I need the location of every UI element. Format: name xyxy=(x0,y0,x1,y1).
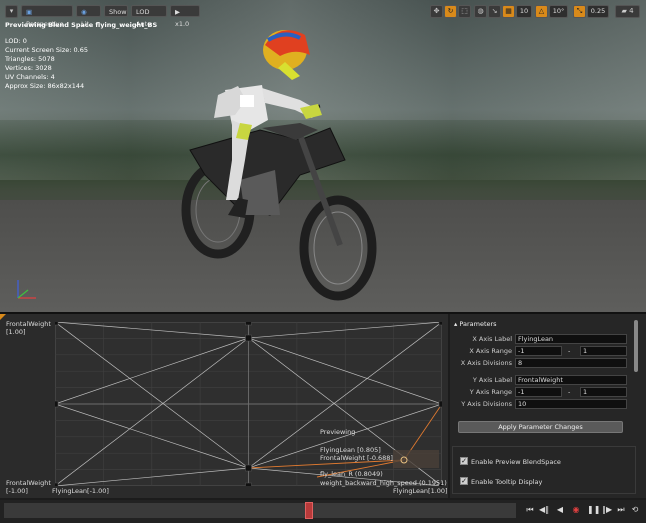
timeline-scrubber[interactable] xyxy=(305,502,313,519)
motorbike-rider-model xyxy=(181,30,377,301)
rotate-tool-icon[interactable]: ↻ xyxy=(444,5,457,18)
tooltip-title: Previewing xyxy=(320,428,356,436)
step-back-icon[interactable]: ◀‖ xyxy=(539,505,549,515)
tooltip-sample-1: fly_lean_R (0.8049) xyxy=(320,470,383,478)
parameters-header[interactable]: ▴ Parameters xyxy=(454,320,497,328)
x-axis-divisions-caption: X Axis Divisions xyxy=(460,359,512,367)
tooltip-sample-2: weight_backward_high_speed (0.1951) xyxy=(320,479,447,487)
lit-icon: ◉ xyxy=(81,8,87,16)
y-axis-max-value: [1.00] xyxy=(6,328,26,336)
x-axis-label-input[interactable]: FlyingLean xyxy=(515,334,627,344)
play-speed-button[interactable]: ▶ x1.0 xyxy=(170,5,200,28)
scale-snap-value[interactable]: 0.25 xyxy=(587,5,609,18)
stat-vertices: Vertices: 3028 xyxy=(5,64,52,72)
camera-speed-icon[interactable]: ▰ 4 xyxy=(615,5,640,18)
x-range-dash: - xyxy=(568,347,571,355)
y-axis-min-label: FrontalWeight xyxy=(6,479,51,487)
y-axis-divisions-caption: Y Axis Divisions xyxy=(461,400,512,408)
x-axis-max-label: FlyingLean[1.00] xyxy=(393,487,448,495)
camera-speed-value: 4 xyxy=(629,7,634,15)
play-reverse-icon[interactable]: ◀ xyxy=(555,505,565,515)
y-axis-min-value: [-1.00] xyxy=(6,487,28,495)
y-axis-divisions-input[interactable]: 10 xyxy=(515,399,627,409)
x-axis-min-label: FlyingLean[-1.00] xyxy=(52,487,109,495)
y-axis-label-caption: Y Axis Label xyxy=(472,376,512,384)
step-forward-icon[interactable]: ‖▶ xyxy=(602,505,612,515)
speed-icon: ▶ xyxy=(175,8,180,16)
y-axis-range-caption: Y Axis Range xyxy=(469,388,512,396)
perspective-icon: ▣ xyxy=(26,8,33,16)
stat-approx-size: Approx Size: 86x82x144 xyxy=(5,82,85,90)
show-button[interactable]: Show xyxy=(104,5,128,17)
speed-label: x1.0 xyxy=(175,20,190,28)
lit-button[interactable]: ◉ Lit xyxy=(76,5,101,28)
perspective-button[interactable]: ▣ Perspective xyxy=(21,5,73,28)
x-axis-label-caption: X Axis Label xyxy=(472,335,512,343)
options-box xyxy=(452,446,636,494)
stat-uv-channels: UV Channels: 4 xyxy=(5,73,55,81)
rotation-snap-icon[interactable]: △ xyxy=(535,5,548,18)
x-axis-divisions-input[interactable]: 8 xyxy=(515,358,627,368)
y-range-dash: - xyxy=(568,388,571,396)
surface-snap-icon[interactable]: ↘ xyxy=(488,5,501,18)
enable-preview-label: Enable Preview BlendSpace xyxy=(471,458,561,466)
record-icon[interactable]: ◉ xyxy=(571,505,581,515)
tooltip-y-value: FrontalWeight [-0.688] xyxy=(320,454,393,462)
loop-icon[interactable]: ⟲ xyxy=(630,505,640,515)
x-range-max-input[interactable]: 1 xyxy=(580,346,627,356)
viewport-options-button[interactable]: ▾ xyxy=(5,5,18,18)
translate-tool-icon[interactable]: ✥ xyxy=(430,5,443,18)
scale-tool-icon[interactable]: ⬚ xyxy=(458,5,471,18)
stat-screen-size: Current Screen Size: 0.65 xyxy=(5,46,88,54)
x-axis-range-caption: X Axis Range xyxy=(469,347,512,355)
grid-snap-value[interactable]: 10 xyxy=(516,5,532,18)
y-axis-label-input[interactable]: FrontalWeight xyxy=(515,375,627,385)
axis-gizmo-icon xyxy=(17,280,36,299)
apply-parameter-changes-button[interactable]: Apply Parameter Changes xyxy=(458,421,623,433)
camera-icon: ▰ xyxy=(621,7,630,15)
scale-snap-icon[interactable]: ⤡ xyxy=(573,5,586,18)
world-local-icon[interactable]: ◍ xyxy=(474,5,487,18)
skip-to-start-icon[interactable]: ⏮ xyxy=(525,505,535,515)
y-axis-max-label: FrontalWeight xyxy=(6,320,51,328)
y-range-max-input[interactable]: 1 xyxy=(580,387,627,397)
skip-to-end-icon[interactable]: ⏭ xyxy=(616,505,626,515)
preview-title: Previewing Blend Space flying_weight_BS xyxy=(5,21,158,29)
enable-tooltip-checkbox[interactable]: ✓ xyxy=(460,477,468,485)
grid-snap-icon[interactable]: ▦ xyxy=(502,5,515,18)
parameters-scrollbar[interactable] xyxy=(634,320,638,372)
parameters-header-label: Parameters xyxy=(459,320,497,328)
x-range-min-input[interactable]: -1 xyxy=(515,346,562,356)
stat-triangles: Triangles: 5078 xyxy=(5,55,55,63)
lod-button[interactable]: LOD Auto xyxy=(131,5,167,28)
enable-tooltip-label: Enable Tooltip Display xyxy=(471,478,543,486)
pause-icon[interactable]: ❚❚ xyxy=(587,505,600,515)
tooltip-x-value: FlyingLean [0.805] xyxy=(320,446,381,454)
rotation-snap-value[interactable]: 10° xyxy=(549,5,568,18)
stat-lod: LOD: 0 xyxy=(5,37,27,45)
viewport[interactable]: ▾ ▣ Perspective ◉ Lit Show LOD Auto ▶ x1… xyxy=(0,0,646,312)
timeline-track[interactable] xyxy=(4,503,516,518)
enable-preview-checkbox[interactable]: ✓ xyxy=(460,457,468,465)
y-range-min-input[interactable]: -1 xyxy=(515,387,562,397)
